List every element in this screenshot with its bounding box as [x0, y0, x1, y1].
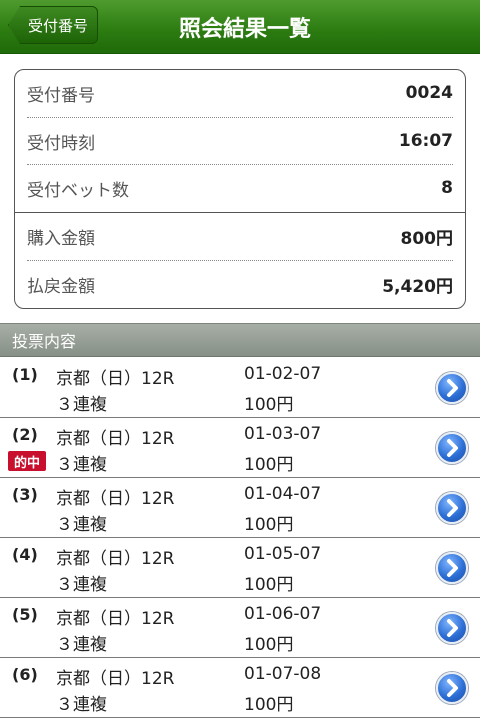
bet-amount: 100円 [244, 515, 294, 535]
summary-row-receipt-number: 受付番号 0024 [27, 70, 453, 116]
hit-badge: 的中 [8, 451, 46, 471]
list-item[interactable]: (1) 京都（日）12R ３連複 01-02-07 100円 [0, 358, 480, 418]
summary-row-bet-count: 受付ベット数 8 [27, 165, 453, 211]
summary-label: 購入金額 [27, 228, 95, 249]
bet-type: ３連複 [56, 695, 107, 715]
chevron-right-icon[interactable] [436, 552, 468, 584]
chevron-right-icon[interactable] [436, 432, 468, 464]
section-header-bet-contents: 投票内容 [0, 323, 480, 357]
bet-number: (2) [12, 425, 38, 444]
back-button[interactable]: 受付番号 [8, 6, 98, 44]
chevron-right-icon[interactable] [436, 492, 468, 524]
summary-value: 8 [441, 178, 453, 198]
bet-amount: 100円 [244, 455, 294, 475]
bet-number: (3) [12, 485, 38, 504]
summary-row-purchase-amount: 購入金額 800円 [27, 213, 453, 259]
bet-type: ３連複 [56, 575, 107, 595]
bet-amount: 100円 [244, 635, 294, 655]
bet-number: (1) [12, 365, 38, 384]
bet-race: 京都（日）12R [56, 669, 175, 689]
summary-value: 16:07 [398, 131, 453, 151]
bet-race: 京都（日）12R [56, 609, 175, 629]
bet-type: ３連複 [56, 635, 107, 655]
summary-card: 受付番号 0024 受付時刻 16:07 受付ベット数 8 購入金額 800円 … [14, 69, 466, 309]
list-item[interactable]: (2) 的中 京都（日）12R ３連複 01-03-07 100円 [0, 418, 480, 478]
bet-number: (6) [12, 665, 38, 684]
summary-label: 払戻金額 [27, 276, 95, 297]
page-title: 照会結果一覧 [110, 0, 460, 54]
list-item[interactable]: (4) 京都（日）12R ３連複 01-05-07 100円 [0, 538, 480, 598]
bet-race: 京都（日）12R [56, 549, 175, 569]
list-item[interactable]: (5) 京都（日）12R ３連複 01-06-07 100円 [0, 598, 480, 658]
bet-type: ３連複 [56, 515, 107, 535]
header-bar: 受付番号 照会結果一覧 [0, 0, 480, 54]
summary-row-payout-amount: 払戻金額 5,420円 [27, 261, 453, 307]
summary-row-receipt-time: 受付時刻 16:07 [27, 118, 453, 164]
bet-race: 京都（日）12R [56, 369, 175, 389]
summary-value: 800円 [400, 228, 454, 249]
bet-combination: 01-07-08 [244, 664, 322, 684]
chevron-right-icon[interactable] [436, 612, 468, 644]
bet-amount: 100円 [244, 695, 294, 715]
bet-race: 京都（日）12R [56, 429, 175, 449]
bet-amount: 100円 [244, 395, 294, 415]
bet-type: ３連複 [56, 455, 107, 475]
summary-value: 0024 [405, 83, 453, 103]
list-item[interactable]: (6) 京都（日）12R ３連複 01-07-08 100円 [0, 658, 480, 718]
back-button-label: 受付番号 [27, 16, 88, 35]
page-title-text: 照会結果一覧 [178, 17, 311, 42]
bet-combination: 01-04-07 [244, 484, 322, 504]
bet-combination: 01-06-07 [244, 604, 322, 624]
summary-label: 受付ベット数 [27, 180, 129, 201]
bet-type: ３連複 [56, 395, 107, 415]
summary-value: 5,420円 [382, 276, 453, 297]
summary-label: 受付時刻 [27, 133, 95, 154]
chevron-right-icon[interactable] [436, 372, 468, 404]
bet-number: (5) [12, 605, 38, 624]
summary-label: 受付番号 [27, 85, 95, 106]
bet-number: (4) [12, 545, 38, 564]
bet-race: 京都（日）12R [56, 489, 175, 509]
list-item[interactable]: (3) 京都（日）12R ３連複 01-04-07 100円 [0, 478, 480, 538]
bet-combination: 01-05-07 [244, 544, 322, 564]
bet-amount: 100円 [244, 575, 294, 595]
chevron-right-icon[interactable] [436, 672, 468, 704]
bet-combination: 01-02-07 [244, 364, 322, 384]
bet-combination: 01-03-07 [244, 424, 322, 444]
section-title: 投票内容 [12, 332, 77, 351]
